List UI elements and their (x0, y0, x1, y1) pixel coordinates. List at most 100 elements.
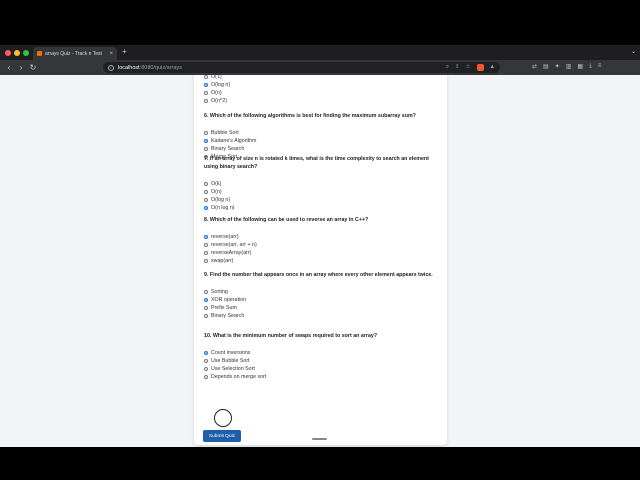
extension-toolbar: ⇄ ▤ ✦ ▥ ▦ ⤓ ≡ (532, 63, 601, 70)
answer-label: Count inversions (211, 350, 251, 356)
address-bar-actions: ⌕ ⇪ ☆ ▲ (446, 64, 495, 71)
answer-option[interactable]: O(k) (204, 180, 440, 188)
answer-option[interactable]: Sorting (204, 288, 440, 296)
answer-label: O(n^2) (211, 98, 228, 104)
maximize-window-button[interactable] (23, 50, 29, 56)
answer-option[interactable]: reverseArray(arr) (204, 249, 440, 257)
answer-option[interactable]: reverse(arr, arr + n) (204, 241, 440, 249)
answer-label: O(log n) (211, 82, 231, 88)
extension-icon[interactable]: ▤ (543, 63, 549, 70)
answer-option[interactable]: reverse(arr) (204, 233, 440, 241)
radio-button[interactable] (204, 259, 208, 263)
radio-button[interactable] (204, 251, 208, 255)
question-block: 8. Which of the following can be used to… (204, 216, 440, 265)
answer-label: Bubble Sort (211, 130, 239, 136)
wallet-icon[interactable]: ▦ (577, 63, 583, 70)
download-icon[interactable]: ⤓ (589, 63, 592, 70)
answer-label: reverse(arr) (211, 234, 239, 240)
answer-option[interactable]: O(log n) (204, 196, 440, 204)
answer-option[interactable]: Depends on merge sort (204, 373, 440, 381)
radio-button[interactable] (204, 99, 208, 103)
radio-button[interactable] (204, 182, 208, 186)
radio-button[interactable] (204, 198, 208, 202)
answer-label: reverseArray(arr) (211, 250, 252, 256)
answer-label: O(k) (211, 181, 222, 187)
close-window-button[interactable] (5, 50, 11, 56)
back-arrow-icon[interactable]: ‹ (4, 63, 14, 72)
radio-button[interactable] (204, 83, 208, 87)
answer-label: XOR operation (211, 297, 247, 303)
answer-option[interactable]: Use Selection Sort (204, 365, 440, 373)
favicon-icon (37, 51, 42, 56)
answer-option[interactable]: Use Bubble Sort (204, 357, 440, 365)
tab-bar: arrays Quiz - Track n Test × + ⌄ (0, 45, 640, 60)
radio-button[interactable] (204, 206, 208, 210)
radio-button[interactable] (204, 235, 208, 239)
answer-label: Depends on merge sort (211, 374, 267, 380)
submit-quiz-button[interactable]: Submit Quiz (203, 430, 241, 442)
click-indicator (214, 409, 232, 427)
radio-button[interactable] (204, 375, 208, 379)
radio-button[interactable] (204, 147, 208, 151)
question-title: 9. Find the number that appears once in … (204, 272, 433, 278)
question-title: 6. Which of the following algorithms is … (204, 113, 416, 119)
answer-label: O(log n) (211, 197, 231, 203)
answer-option[interactable]: O(n) (204, 89, 440, 97)
radio-button[interactable] (204, 367, 208, 371)
answer-option[interactable]: Bubble Sort (204, 129, 440, 137)
question-block: 9. Find the number that appears once in … (204, 271, 440, 320)
answer-label: reverse(arr, arr + n) (211, 242, 257, 248)
answer-option[interactable]: Prefix Sum (204, 304, 440, 312)
question-block: 10. What is the minimum number of swaps … (204, 332, 440, 381)
radio-button[interactable] (204, 243, 208, 247)
radio-button[interactable] (204, 190, 208, 194)
address-bar[interactable]: i localhost:8080/quiz/arrays ⌕ ⇪ ☆ ▲ (103, 62, 500, 73)
menu-icon[interactable]: ≡ (598, 63, 602, 70)
chevron-down-icon[interactable]: ⌄ (631, 48, 636, 55)
answer-option[interactable]: swap(arr) (204, 257, 440, 265)
question-title: 10. What is the minimum number of swaps … (204, 333, 378, 339)
minimize-window-button[interactable] (14, 50, 20, 56)
bookmark-star-icon[interactable]: ☆ (466, 64, 471, 71)
radio-button[interactable] (204, 359, 208, 363)
reload-icon[interactable]: ↻ (28, 63, 38, 72)
answer-label: O(n) (211, 90, 222, 96)
puzzle-icon[interactable]: ✦ (555, 63, 560, 70)
sidebar-icon[interactable]: ▥ (566, 63, 572, 70)
answer-option[interactable]: O(log n) (204, 81, 440, 89)
brave-shield-icon[interactable] (476, 64, 484, 71)
browser-tab[interactable]: arrays Quiz - Track n Test × (33, 47, 117, 60)
screen: arrays Quiz - Track n Test × + ⌄ ‹ › ↻ i… (0, 0, 640, 480)
answer-label: Binary Search (211, 313, 245, 319)
answer-option[interactable]: Kadane's Algorithm (204, 137, 440, 145)
radio-button[interactable] (204, 306, 208, 310)
translate-icon[interactable]: ⇄ (532, 63, 537, 70)
answer-label: O(1) (211, 75, 222, 80)
answer-option[interactable]: O(n) (204, 188, 440, 196)
forward-arrow-icon[interactable]: › (16, 63, 26, 72)
answer-option[interactable]: Count inversions (204, 349, 440, 357)
answer-option[interactable]: XOR operation (204, 296, 440, 304)
radio-button[interactable] (204, 75, 208, 79)
answer-option[interactable]: O(n log n) (204, 204, 440, 212)
close-icon[interactable]: × (109, 51, 113, 57)
radio-button[interactable] (204, 314, 208, 318)
answer-option[interactable]: O(n^2) (204, 97, 440, 105)
answer-option[interactable]: Binary Search (204, 312, 440, 320)
share-icon[interactable]: ⇪ (455, 64, 460, 71)
radio-button[interactable] (204, 139, 208, 143)
radio-button[interactable] (204, 298, 208, 302)
site-info-icon[interactable]: i (108, 64, 114, 71)
answer-label: O(n) (211, 189, 222, 195)
answer-option[interactable]: Binary Search (204, 145, 440, 153)
url-text[interactable]: localhost:8080/quiz/arrays (118, 65, 442, 71)
radio-button[interactable] (204, 351, 208, 355)
rewards-icon[interactable]: ▲ (490, 64, 495, 71)
radio-button[interactable] (204, 91, 208, 95)
answer-label: Binary Search (211, 146, 245, 152)
answer-label: Sorting (211, 289, 228, 295)
radio-button[interactable] (204, 131, 208, 135)
zoom-icon[interactable]: ⌕ (446, 64, 449, 71)
new-tab-button[interactable]: + (122, 47, 127, 56)
radio-button[interactable] (204, 290, 208, 294)
